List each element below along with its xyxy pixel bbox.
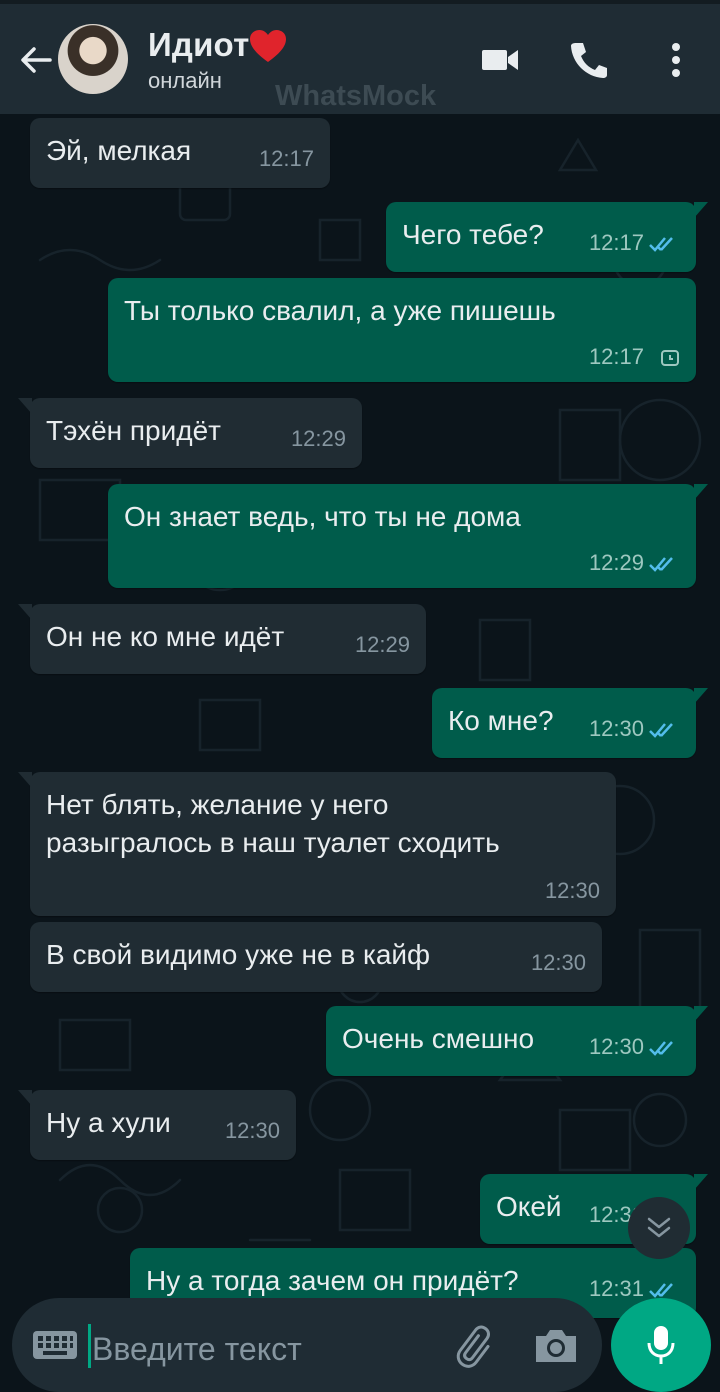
read-receipt-icon: [649, 557, 673, 572]
heart-icon: [250, 30, 286, 62]
message-bubble-outgoing[interactable]: Он знает ведь, что ты не дома 12:29: [108, 484, 708, 588]
message-bubble-outgoing[interactable]: Ты только свалил, а уже пишешь 12:17: [108, 278, 696, 382]
message-text: Чего тебе?: [402, 219, 544, 250]
status-bar-strip: [0, 0, 720, 4]
message-input[interactable]: [92, 1329, 382, 1369]
bubble-tail: [694, 1174, 708, 1190]
more-vert-icon[interactable]: [654, 38, 698, 82]
message-text: В свой видимо уже не в кайф: [46, 939, 431, 970]
message-text: Очень смешно: [342, 1023, 535, 1054]
message-text: Ты только свалил, а уже пишешь: [124, 295, 556, 326]
message-time: 12:29: [354, 632, 410, 657]
contact-name[interactable]: Идиот: [148, 26, 249, 64]
contact-status: онлайн: [148, 68, 222, 93]
watermark: WhatsMock: [275, 80, 437, 112]
avatar[interactable]: [58, 24, 128, 94]
video-call-icon[interactable]: [478, 38, 522, 82]
message-time: 12:30: [544, 878, 600, 903]
bubble-tail: [18, 772, 32, 788]
bubble-tail: [18, 398, 32, 414]
read-receipt-icon: [649, 723, 673, 738]
read-receipt-icon: [649, 1041, 673, 1056]
chevron-down-icon: [647, 1217, 671, 1238]
message-bubble-incoming[interactable]: Он не ко мне идёт 12:29: [18, 604, 426, 674]
message-time: 12:30: [530, 950, 586, 975]
message-time: 12:30: [224, 1118, 280, 1143]
message-text: Он не ко мне идёт: [46, 621, 285, 652]
message-text: Окей: [496, 1191, 562, 1222]
message-text: Ну а хули: [46, 1107, 171, 1138]
message-time: 12:30: [588, 1034, 644, 1059]
message-bubble-incoming[interactable]: Ну а хули 12:30: [18, 1090, 296, 1160]
message-bubble-incoming[interactable]: В свой видимо уже не в кайф 12:30: [30, 922, 602, 992]
bubble-tail: [18, 1090, 32, 1106]
message-time: 12:29: [290, 426, 346, 451]
message-bubble-incoming[interactable]: Эй, мелкая 12:17: [30, 118, 330, 188]
phone-icon[interactable]: [566, 38, 610, 82]
message-time: 12:31: [588, 1276, 644, 1301]
message-bubble-outgoing[interactable]: Очень смешно 12:30: [326, 1006, 708, 1076]
read-receipt-icon: [649, 1283, 673, 1298]
message-time: 12:29: [588, 550, 644, 575]
message-bubble-incoming[interactable]: Нет блять, желание у него разыгралось в …: [18, 772, 616, 916]
camera-icon[interactable]: [532, 1326, 580, 1366]
mic-icon: [647, 1326, 675, 1364]
text-caret: [88, 1324, 91, 1368]
message-text: Он знает ведь, что ты не дома: [124, 501, 521, 532]
message-bubble-outgoing[interactable]: Чего тебе? 12:17: [386, 202, 708, 272]
message-text: Ну а тогда зачем он придёт?: [146, 1265, 519, 1296]
bubble-tail: [694, 1006, 708, 1022]
bubble-tail: [694, 202, 708, 218]
message-time: 12:30: [588, 716, 644, 741]
message-text: Эй, мелкая: [46, 135, 192, 166]
message-time: 12:17: [258, 146, 314, 171]
voice-message-button[interactable]: [611, 1298, 711, 1392]
clock-pending-icon: [661, 350, 679, 366]
scroll-to-bottom-button[interactable]: [628, 1197, 690, 1259]
back-arrow-icon[interactable]: [14, 38, 58, 82]
message-text: Тэхён придёт: [46, 415, 221, 446]
message-bubble-outgoing[interactable]: Ко мне? 12:30: [432, 688, 708, 758]
read-receipt-icon: [649, 237, 673, 252]
message-bubble-incoming[interactable]: Тэхён придёт 12:29: [18, 398, 362, 468]
bubble-tail: [694, 484, 708, 500]
message-time: 12:17: [588, 230, 644, 255]
bubble-tail: [18, 604, 32, 620]
keyboard-icon[interactable]: [32, 1330, 78, 1360]
message-composer: [12, 1298, 602, 1392]
message-text: Нет блять, желание у него разыгралось в …: [46, 789, 500, 858]
message-text: Ко мне?: [448, 705, 554, 736]
attach-icon[interactable]: [452, 1324, 502, 1370]
message-time: 12:17: [588, 344, 644, 369]
bubble-tail: [694, 688, 708, 704]
